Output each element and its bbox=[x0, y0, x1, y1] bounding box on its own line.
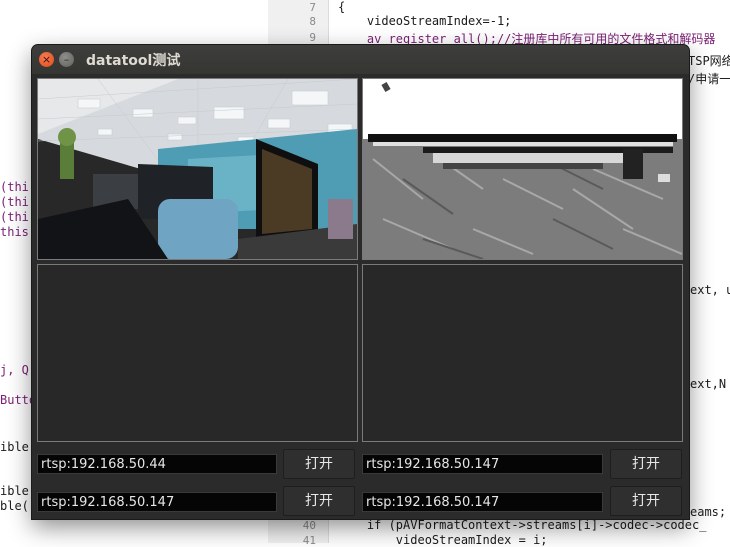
code-line: videoStreamIndex=-1; bbox=[338, 14, 512, 28]
line-number: 41 bbox=[302, 534, 316, 547]
code-fragment: /申请一 bbox=[688, 72, 730, 86]
code-fragment: Butto bbox=[0, 393, 37, 407]
minimize-icon[interactable]: – bbox=[59, 52, 74, 67]
stream-url-input-1[interactable]: rtsp:192.168.50.44 bbox=[37, 454, 277, 474]
open-button-3[interactable]: 打开 bbox=[283, 486, 355, 516]
code-line: videoStreamIndex = i; bbox=[338, 533, 548, 547]
code-fragment: ext, u bbox=[690, 283, 730, 297]
office-camera-feed bbox=[38, 79, 357, 259]
stream-url-input-2[interactable]: rtsp:192.168.50.147 bbox=[362, 454, 603, 474]
close-icon[interactable]: × bbox=[39, 52, 54, 67]
title-bar[interactable]: × – datatool测试 bbox=[32, 45, 689, 74]
code-fragment: (thi bbox=[0, 210, 29, 224]
code-fragment: ible bbox=[0, 484, 29, 498]
open-button-2[interactable]: 打开 bbox=[610, 449, 682, 479]
video-panel-1 bbox=[37, 78, 358, 260]
code-fragment: j, Q bbox=[0, 363, 29, 377]
video-panel-4 bbox=[362, 264, 683, 442]
line-number: 8 bbox=[309, 15, 316, 28]
code-line: { bbox=[338, 0, 346, 14]
open-button-4[interactable]: 打开 bbox=[610, 486, 682, 516]
code-fragment: ext,N bbox=[690, 377, 727, 391]
window-title: datatool测试 bbox=[86, 53, 181, 69]
code-fragment: ble( bbox=[0, 499, 29, 513]
code-fragment: (thi bbox=[0, 180, 29, 194]
line-number: 40 bbox=[302, 519, 316, 532]
datatool-window: × – datatool测试 rtsp:192.168.50.44 打开 rts… bbox=[32, 45, 689, 519]
stream-url-input-4[interactable]: rtsp:192.168.50.147 bbox=[362, 492, 603, 512]
code-fragment: TSP网络 bbox=[688, 54, 730, 68]
code-line: if (pAVFormatContext->streams[i]->codec-… bbox=[338, 518, 707, 532]
code-fragment: (thi bbox=[0, 195, 29, 209]
code-fragment: this bbox=[0, 225, 29, 239]
line-number: 9 bbox=[309, 31, 316, 44]
stream-url-input-3[interactable]: rtsp:192.168.50.147 bbox=[37, 492, 277, 512]
video-panel-3 bbox=[37, 264, 358, 442]
ceiling-camera-feed bbox=[363, 79, 682, 259]
line-number: 7 bbox=[309, 1, 316, 14]
code-fragment: ible bbox=[0, 440, 29, 454]
video-panel-2 bbox=[362, 78, 683, 260]
open-button-1[interactable]: 打开 bbox=[283, 449, 355, 479]
code-fragment: eams; bbox=[690, 505, 727, 519]
